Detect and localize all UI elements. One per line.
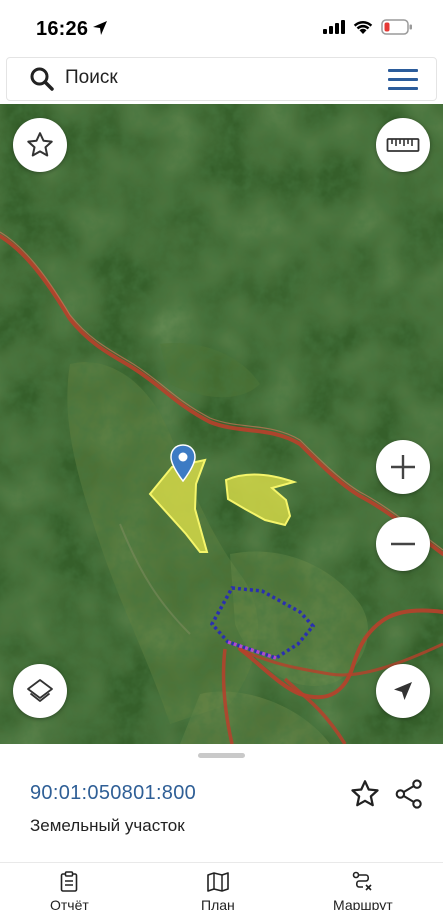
satellite-map[interactable]	[0, 104, 443, 744]
wifi-icon	[353, 20, 373, 34]
layers-button[interactable]	[13, 664, 67, 718]
search-icon	[30, 67, 54, 91]
search-input[interactable]: Поиск	[65, 67, 118, 89]
location-pin-icon[interactable]	[170, 444, 196, 482]
cadastral-number[interactable]: 90:01:050801:800	[30, 782, 196, 805]
location-arrow-icon	[93, 21, 107, 35]
add-favorite-icon[interactable]	[349, 778, 381, 810]
map-terrain[interactable]	[0, 104, 443, 744]
clipboard-icon	[61, 871, 78, 892]
plus-icon	[391, 455, 415, 479]
star-outline-icon	[27, 132, 53, 157]
status-indicators	[323, 19, 413, 35]
battery-low-icon	[381, 19, 412, 35]
minus-icon	[391, 542, 415, 546]
zoom-out-button[interactable]	[376, 517, 430, 571]
tab-plan[interactable]: План	[201, 871, 235, 910]
favorites-button[interactable]	[13, 118, 67, 172]
tab-report-label: Отчёт	[50, 897, 89, 910]
share-icon[interactable]	[394, 778, 424, 810]
route-icon	[352, 871, 372, 891]
sheet-grabber[interactable]	[198, 753, 245, 758]
map-icon	[207, 872, 229, 892]
tab-plan-label: План	[201, 897, 235, 910]
hamburger-menu-icon[interactable]	[388, 69, 418, 91]
layers-icon	[27, 679, 53, 702]
tab-report[interactable]: Отчёт	[50, 871, 89, 910]
zoom-in-button[interactable]	[376, 440, 430, 494]
app: 16:26 Поиск 90:01:050801:800 Земельный у…	[0, 0, 443, 910]
parcel-type-label: Земельный участок	[30, 816, 185, 835]
parcel-info-sheet[interactable]: 90:01:050801:800 Земельный участок	[0, 744, 443, 862]
status-time: 16:26	[36, 18, 89, 40]
search-bar[interactable]: Поиск	[6, 57, 437, 101]
status-bar: 16:26	[0, 0, 443, 58]
cellular-signal-icon	[323, 20, 345, 34]
ruler-button[interactable]	[376, 118, 430, 172]
my-location-button[interactable]	[376, 664, 430, 718]
tab-route[interactable]: Маршрут	[333, 871, 393, 910]
tab-route-label: Маршрут	[333, 897, 393, 910]
tab-bar: Отчёт План Маршрут	[0, 862, 443, 910]
ruler-icon	[386, 138, 420, 152]
navigation-arrow-icon	[394, 682, 412, 700]
